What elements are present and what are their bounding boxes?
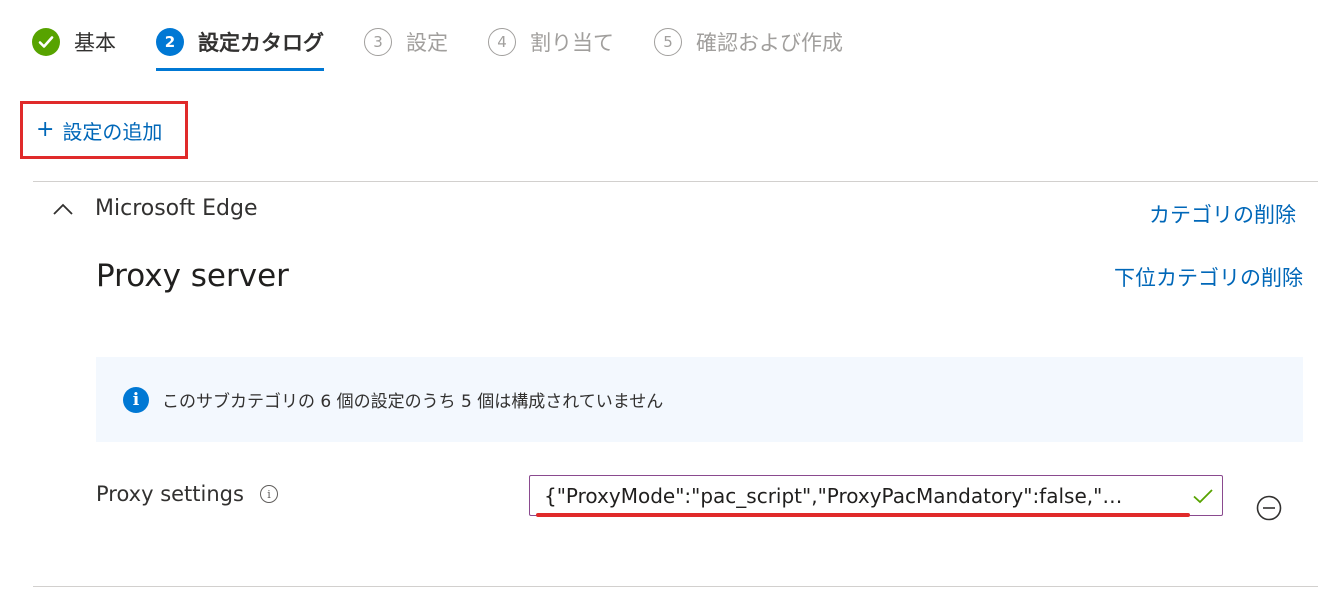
add-setting-button[interactable]: + 設定の追加	[20, 101, 188, 159]
setting-label: Proxy settings	[96, 482, 244, 506]
wizard-stepper: 基本 2 設定カタログ 3 設定 4 割り当て 5 確認および作成	[32, 22, 883, 72]
step-number: 4	[488, 28, 516, 56]
setting-label-row: Proxy settings i	[96, 482, 278, 506]
category-title: Microsoft Edge	[95, 196, 258, 221]
step-label: 設定カタログ	[198, 31, 324, 55]
step-settings-catalog[interactable]: 2 設定カタログ	[156, 22, 324, 71]
step-review-create[interactable]: 5 確認および作成	[654, 22, 843, 62]
proxy-settings-input[interactable]: {"ProxyMode":"pac_script","ProxyPacManda…	[529, 475, 1223, 516]
info-message-bar: i このサブカテゴリの 6 個の設定のうち 5 個は構成されていません	[96, 357, 1303, 442]
step-number: 2	[156, 28, 184, 56]
step-label: 設定	[406, 31, 448, 55]
step-settings[interactable]: 3 設定	[364, 22, 448, 62]
remove-category-link[interactable]: カテゴリの削除	[1149, 199, 1296, 229]
remove-subcategory-link[interactable]: 下位カテゴリの削除	[1114, 262, 1303, 292]
plus-icon: +	[36, 117, 55, 142]
highlight-underline	[536, 513, 1190, 517]
step-number: 3	[364, 28, 392, 56]
step-number: 5	[654, 28, 682, 56]
remove-setting-icon[interactable]	[1256, 495, 1282, 521]
step-label: 基本	[74, 31, 116, 55]
step-assignments[interactable]: 4 割り当て	[488, 22, 614, 62]
info-tooltip-icon[interactable]: i	[259, 485, 278, 503]
proxy-settings-value: {"ProxyMode":"pac_script","ProxyPacManda…	[544, 483, 1123, 508]
step-label: 確認および作成	[696, 31, 843, 55]
checkmark-circle-icon	[32, 28, 60, 56]
section-divider-bottom	[33, 586, 1318, 587]
category-toggle[interactable]: Microsoft Edge	[52, 196, 257, 221]
step-label: 割り当て	[530, 31, 614, 55]
subcategory-title: Proxy server	[96, 258, 289, 294]
section-divider-top	[33, 181, 1318, 182]
active-step-indicator	[156, 68, 324, 71]
valid-check-icon	[1193, 488, 1213, 503]
chevron-up-icon	[53, 203, 73, 215]
info-icon: i	[123, 386, 149, 413]
add-setting-label: 設定の追加	[62, 119, 163, 144]
step-basics[interactable]: 基本	[32, 22, 116, 62]
info-message-text: このサブカテゴリの 6 個の設定のうち 5 個は構成されていません	[162, 392, 664, 412]
